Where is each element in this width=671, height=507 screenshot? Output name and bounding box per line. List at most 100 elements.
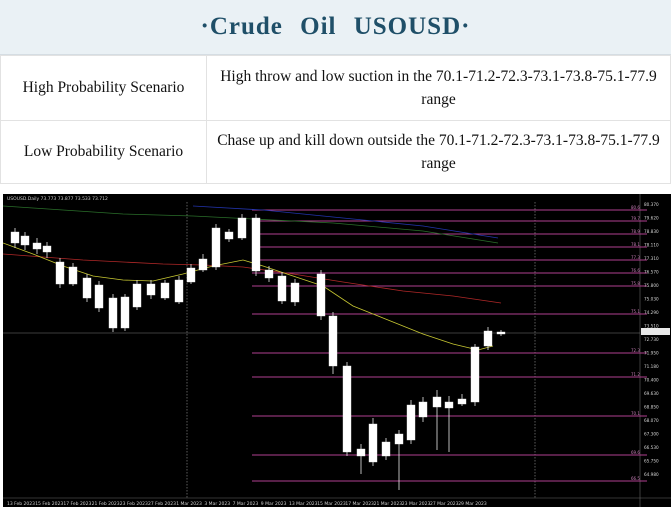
page-title: ·Crude Oil USOUSD· <box>200 13 471 40</box>
current-price-tag <box>641 328 670 335</box>
level-label: 80.6 <box>631 205 640 210</box>
date-tick-label: 27 Feb 2023 <box>148 501 176 507</box>
candle-bearish <box>108 297 118 329</box>
date-tick-label: 15 Mar 2023 <box>317 501 346 507</box>
price-chart[interactable]: 80.6 79.7 78.9 78.1 77.3 76.6 75.8 75.1 72.3 71.2… <box>3 194 671 507</box>
level-label: 70.1 <box>631 411 640 416</box>
price-tick-label: 78.830 <box>644 229 659 234</box>
candle-bullish <box>132 283 142 308</box>
price-tick-label: 75.800 <box>644 283 659 288</box>
candle-bearish <box>82 277 92 299</box>
candle-bullish <box>356 448 366 457</box>
chart-canvas[interactable]: 80.6 79.7 78.9 78.1 77.3 76.6 75.8 75.1 72.3 71.2… <box>3 194 671 507</box>
candle-bullish <box>483 330 493 347</box>
table-row: Low Probability Scenario Chase up and ki… <box>0 120 671 184</box>
candle-bearish <box>368 423 378 463</box>
candle-bullish <box>198 258 208 271</box>
scenario-table: High Probability Scenario High throw and… <box>0 55 671 184</box>
candle-bullish <box>444 401 454 409</box>
candle-bearish <box>20 235 30 246</box>
date-tick-label: 23 Mar 2023 <box>402 501 431 507</box>
date-tick-label: 23 Feb 2023 <box>120 501 148 507</box>
candle-bullish <box>406 404 416 441</box>
price-tick-label: 78.110 <box>644 243 659 248</box>
date-tick-label: 3 Mar 2023 <box>204 501 230 507</box>
price-tick-label: 76.570 <box>644 270 659 275</box>
price-tick-label: 68.070 <box>644 418 659 423</box>
date-tick-label: 27 Mar 2023 <box>430 501 459 507</box>
candle-bullish <box>470 346 480 403</box>
candle-bullish <box>68 266 78 285</box>
candle-bullish <box>186 267 196 283</box>
title-banner: ·Crude Oil USOUSD· <box>0 0 671 55</box>
level-label: 75.1 <box>631 309 640 314</box>
price-tick-label: 71.950 <box>644 351 659 356</box>
candle-bearish <box>316 273 326 317</box>
date-tick-label: 17 Feb 2023 <box>63 501 91 507</box>
candle-bearish <box>432 396 442 408</box>
level-label: 78.9 <box>631 229 640 234</box>
scenario-label: High Probability Scenario <box>0 55 207 121</box>
candle-bearish <box>55 261 65 285</box>
candle-bearish <box>94 284 104 309</box>
candle-bullish <box>10 231 20 244</box>
candle-bullish <box>418 401 428 418</box>
symbol-header: USOUSD.Daily 73.773 73.877 73.533 73.712 <box>7 196 108 202</box>
level-label: 78.1 <box>631 242 640 247</box>
level-label: 76.6 <box>631 268 640 273</box>
date-tick-label: 21 Mar 2023 <box>374 501 403 507</box>
date-tick-label: 9 Mar 2023 <box>261 501 287 507</box>
date-tick-label: 13 Mar 2023 <box>289 501 318 507</box>
candle-bearish <box>42 245 52 253</box>
scenario-description: High throw and low suction in the 70.1-7… <box>206 55 671 121</box>
candle-bullish <box>120 296 130 329</box>
candle-bearish <box>251 217 261 272</box>
price-tick-label: 64.980 <box>644 472 659 477</box>
date-tick-label: 13 Feb 2023 <box>7 501 35 507</box>
candle-bullish <box>146 283 156 296</box>
candle-bullish <box>174 279 184 303</box>
candle-bearish <box>160 282 170 299</box>
price-tick-label: 75.030 <box>644 297 659 302</box>
scenario-description: Chase up and kill down outside the 70.1-… <box>206 120 671 184</box>
price-tick-label: 65.750 <box>644 459 659 464</box>
level-label: 72.3 <box>631 348 640 353</box>
price-tick-label: 79.620 <box>644 216 659 221</box>
date-tick-label: 29 Mar 2023 <box>458 501 487 507</box>
candle-bullish <box>457 398 467 405</box>
price-tick-label: 77.310 <box>644 256 659 261</box>
price-tick-label: 71.180 <box>644 364 659 369</box>
candle-bullish <box>224 231 234 240</box>
candle-bearish <box>342 365 352 453</box>
level-label: 75.8 <box>631 281 640 286</box>
price-tick-label: 66.530 <box>644 445 659 450</box>
price-tick-label: 80.370 <box>644 202 659 207</box>
date-tick-label: 21 Feb 2023 <box>92 501 120 507</box>
date-tick-label: 7 Mar 2023 <box>233 501 259 507</box>
candle-bullish <box>381 441 391 457</box>
level-label: 69.6 <box>631 450 640 455</box>
price-tick-label: 73.510 <box>644 324 659 329</box>
price-tick-label: 74.290 <box>644 310 659 315</box>
candle-bullish <box>290 282 300 303</box>
candle-bearish <box>277 275 287 302</box>
price-tick-label: 72.730 <box>644 337 659 342</box>
price-tick-label: 68.850 <box>644 405 659 410</box>
date-tick-label: 17 Mar 2023 <box>345 501 374 507</box>
table-row: High Probability Scenario High throw and… <box>0 55 671 121</box>
candle-bearish <box>328 315 338 367</box>
candle-bearish <box>32 242 42 250</box>
level-label: 79.7 <box>631 216 640 221</box>
candle-bullish <box>264 269 274 279</box>
date-tick-label: 1 Mar 2023 <box>176 501 202 507</box>
price-tick-label: 67.300 <box>644 432 659 437</box>
candle-bullish <box>237 217 247 239</box>
level-label: 71.2 <box>631 372 640 377</box>
level-label: 77.3 <box>631 255 640 260</box>
candle-bullish <box>394 433 404 445</box>
level-label: 66.5 <box>631 476 640 481</box>
date-tick-label: 15 Feb 2023 <box>35 501 63 507</box>
candle-bullish <box>211 227 221 268</box>
price-tick-label: 70.400 <box>644 378 659 383</box>
price-tick-label: 69.630 <box>644 391 659 396</box>
